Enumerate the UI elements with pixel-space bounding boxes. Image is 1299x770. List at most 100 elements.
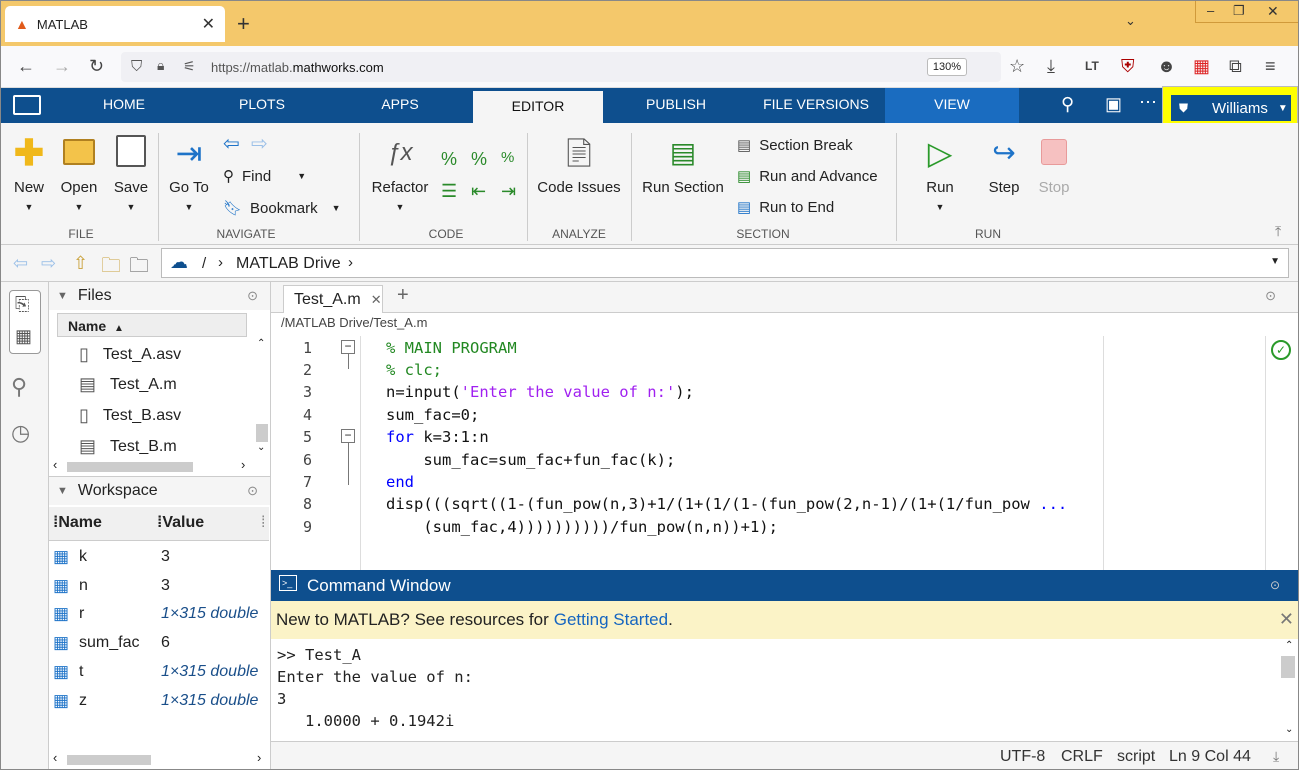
more-options-icon[interactable]: ⋯ <box>1139 92 1157 113</box>
chevron-down-icon[interactable]: ▼ <box>1270 256 1280 267</box>
scroll-thumb[interactable] <box>1281 656 1295 678</box>
forward-arrow-icon[interactable]: ⇨ <box>251 131 268 156</box>
scroll-down-icon[interactable]: ⌄ <box>1285 724 1293 735</box>
code-line-2[interactable]: % clc; <box>386 361 442 379</box>
path-input[interactable]: ☁ / › MATLAB Drive › ▼ <box>161 248 1289 278</box>
folder-image-icon[interactable]: 🗀︎ <box>129 251 149 285</box>
find-files-icon[interactable]: ⚲ <box>11 374 27 400</box>
extension-lt-icon[interactable]: LT <box>1085 59 1099 73</box>
tab-apps[interactable]: APPS <box>357 88 443 123</box>
forward-icon[interactable]: → <box>53 56 71 77</box>
editor-tab[interactable]: Test_A.m ✕ <box>283 285 383 313</box>
file-item[interactable]: ▤ Test_B.m <box>79 436 177 457</box>
reload-icon[interactable]: ↻ <box>89 56 104 77</box>
smart-indent-icon[interactable]: ☰ <box>441 181 457 202</box>
files-horizontal-scrollbar[interactable]: ‹ › <box>53 457 249 474</box>
increase-indent-icon[interactable]: ⇥ <box>501 181 516 202</box>
collapse-icon[interactable]: ▼ <box>57 290 68 302</box>
close-tab-icon[interactable]: ✕ <box>202 14 215 34</box>
code-line-4[interactable]: sum_fac=0; <box>386 406 479 424</box>
workspace-panel-icon[interactable]: ▦ <box>15 326 32 347</box>
bookmark-star-icon[interactable]: ☆ <box>1009 56 1025 77</box>
column-resize-icon[interactable]: ⁞ <box>261 514 265 532</box>
collapse-toolstrip-icon[interactable]: ⤒ <box>1275 223 1281 240</box>
files-vertical-scrollbar[interactable]: ⌃ ⌄ <box>253 338 269 458</box>
extension-face-icon[interactable]: ☻ <box>1157 56 1176 77</box>
scroll-up-icon[interactable]: ⌃ <box>1285 640 1293 651</box>
code-line-1[interactable]: % MAIN PROGRAM <box>386 339 517 357</box>
minimize-icon[interactable]: – <box>1207 3 1214 18</box>
browse-folder-icon[interactable]: 🗀︎ <box>101 251 121 285</box>
file-item[interactable]: ▯ Test_A.asv <box>79 344 181 365</box>
restore-icon[interactable]: ❐ <box>1233 3 1245 19</box>
comment-icon[interactable]: % <box>441 149 457 170</box>
scroll-left-icon[interactable]: ‹ <box>53 750 57 765</box>
code-line-8[interactable]: disp(((sqrt((1-(fun_pow(n,3)+1/(1+(1/(1-… <box>386 495 1067 513</box>
path-folder[interactable]: MATLAB Drive <box>236 255 341 273</box>
file-item[interactable]: ▤ Test_A.m <box>79 374 177 395</box>
tab-view[interactable]: VIEW <box>885 88 1019 123</box>
scroll-thumb[interactable] <box>67 462 193 472</box>
up-folder-icon[interactable]: ⇧ <box>73 253 88 274</box>
files-panel-icon[interactable]: ⎘ <box>15 294 29 315</box>
matlab-home-icon[interactable] <box>13 95 41 115</box>
wrap-comments-icon[interactable]: % <box>501 149 514 166</box>
stop-button[interactable]: Stop <box>1031 135 1077 196</box>
user-menu[interactable]: ⛊ Williams ▼ <box>1171 95 1291 121</box>
panel-options-icon[interactable]: ⊙ <box>1270 578 1280 592</box>
scroll-thumb[interactable] <box>67 755 151 765</box>
downloads-icon[interactable]: ⤓ <box>1047 56 1055 77</box>
code-line-3[interactable]: n=input('Enter the value of n:'); <box>386 383 694 401</box>
status-encoding[interactable]: UTF-8 <box>1000 748 1045 766</box>
collapse-status-icon[interactable]: ⤓ <box>1273 748 1279 765</box>
scroll-right-icon[interactable]: › <box>241 457 245 472</box>
extension-red-icon[interactable]: ▦ <box>1193 56 1210 77</box>
extensions-puzzle-icon[interactable]: ⧉ <box>1229 56 1242 77</box>
panel-options-icon[interactable]: ⊙ <box>247 483 258 499</box>
refactor-button[interactable]: ƒx Refactor ▼ <box>369 135 431 212</box>
panel-options-icon[interactable]: ⊙ <box>1265 288 1276 304</box>
uncomment-icon[interactable]: % <box>471 149 487 170</box>
new-editor-tab-icon[interactable]: + <box>397 284 409 307</box>
search-icon[interactable]: ⚲ <box>1061 94 1074 115</box>
scroll-down-icon[interactable]: ⌄ <box>257 442 265 453</box>
back-folder-icon[interactable]: ⇦ <box>13 253 28 274</box>
save-button[interactable]: Save ▼ <box>111 135 151 212</box>
url-bar[interactable]: ⛉ 🔒︎ ⚟ https://matlab.mathworks.com 130% <box>121 52 1001 82</box>
scroll-left-icon[interactable]: ‹ <box>53 457 57 472</box>
fold-toggle-icon[interactable]: − <box>341 340 355 354</box>
tab-publish[interactable]: PUBLISH <box>621 88 731 123</box>
zoom-level[interactable]: 130% <box>926 58 967 76</box>
workspace-row[interactable]: ▦ r 1×315 double <box>53 604 265 624</box>
value-column-header[interactable]: ⁞Value <box>157 514 204 532</box>
tab-home[interactable]: HOME <box>81 88 167 123</box>
command-history-icon[interactable]: ◷ <box>11 420 30 446</box>
run-button[interactable]: ▷ Run ▼ <box>917 135 963 212</box>
decrease-indent-icon[interactable]: ⇤ <box>471 181 486 202</box>
panel-options-icon[interactable]: ⊙ <box>247 288 258 304</box>
ublock-icon[interactable]: ⛨ <box>1121 56 1135 77</box>
code-line-5[interactable]: for k=3:1:n <box>386 428 489 446</box>
browser-tab[interactable]: ▲ MATLAB ✕ <box>5 6 225 42</box>
tab-list-icon[interactable]: ⌄ <box>1125 13 1136 29</box>
run-advance-button[interactable]: ▤ Run and Advance <box>737 167 878 186</box>
status-file-type[interactable]: script <box>1117 748 1155 766</box>
workspace-row[interactable]: ▦ n 3 <box>53 576 265 596</box>
scroll-thumb[interactable] <box>256 424 268 442</box>
status-line-endings[interactable]: CRLF <box>1061 748 1103 766</box>
bookmark-button[interactable]: 🔖︎ Bookmark ▼ <box>223 199 341 218</box>
code-line-9[interactable]: (sum_fac,4))))))))))/fun_pow(n,n))+1); <box>386 518 778 536</box>
back-icon[interactable]: ← <box>17 56 35 77</box>
close-tab-icon[interactable]: ✕ <box>371 292 382 308</box>
back-arrow-icon[interactable]: ⇦ <box>223 131 240 156</box>
save-icon[interactable]: ▣ <box>1105 94 1122 115</box>
find-button[interactable]: ⚲ Find ▼ <box>223 167 306 186</box>
open-button[interactable]: Open ▼ <box>59 135 99 212</box>
tab-file-versions[interactable]: FILE VERSIONS <box>751 88 881 123</box>
fold-toggle-icon[interactable]: − <box>341 429 355 443</box>
file-item[interactable]: ▯ Test_B.asv <box>79 405 181 426</box>
workspace-row[interactable]: ▦ k 3 <box>53 547 265 567</box>
getting-started-link[interactable]: Getting Started <box>554 610 668 630</box>
name-column-header[interactable]: ⁞Name <box>53 514 102 532</box>
workspace-horizontal-scrollbar[interactable]: ‹ › <box>53 750 269 767</box>
